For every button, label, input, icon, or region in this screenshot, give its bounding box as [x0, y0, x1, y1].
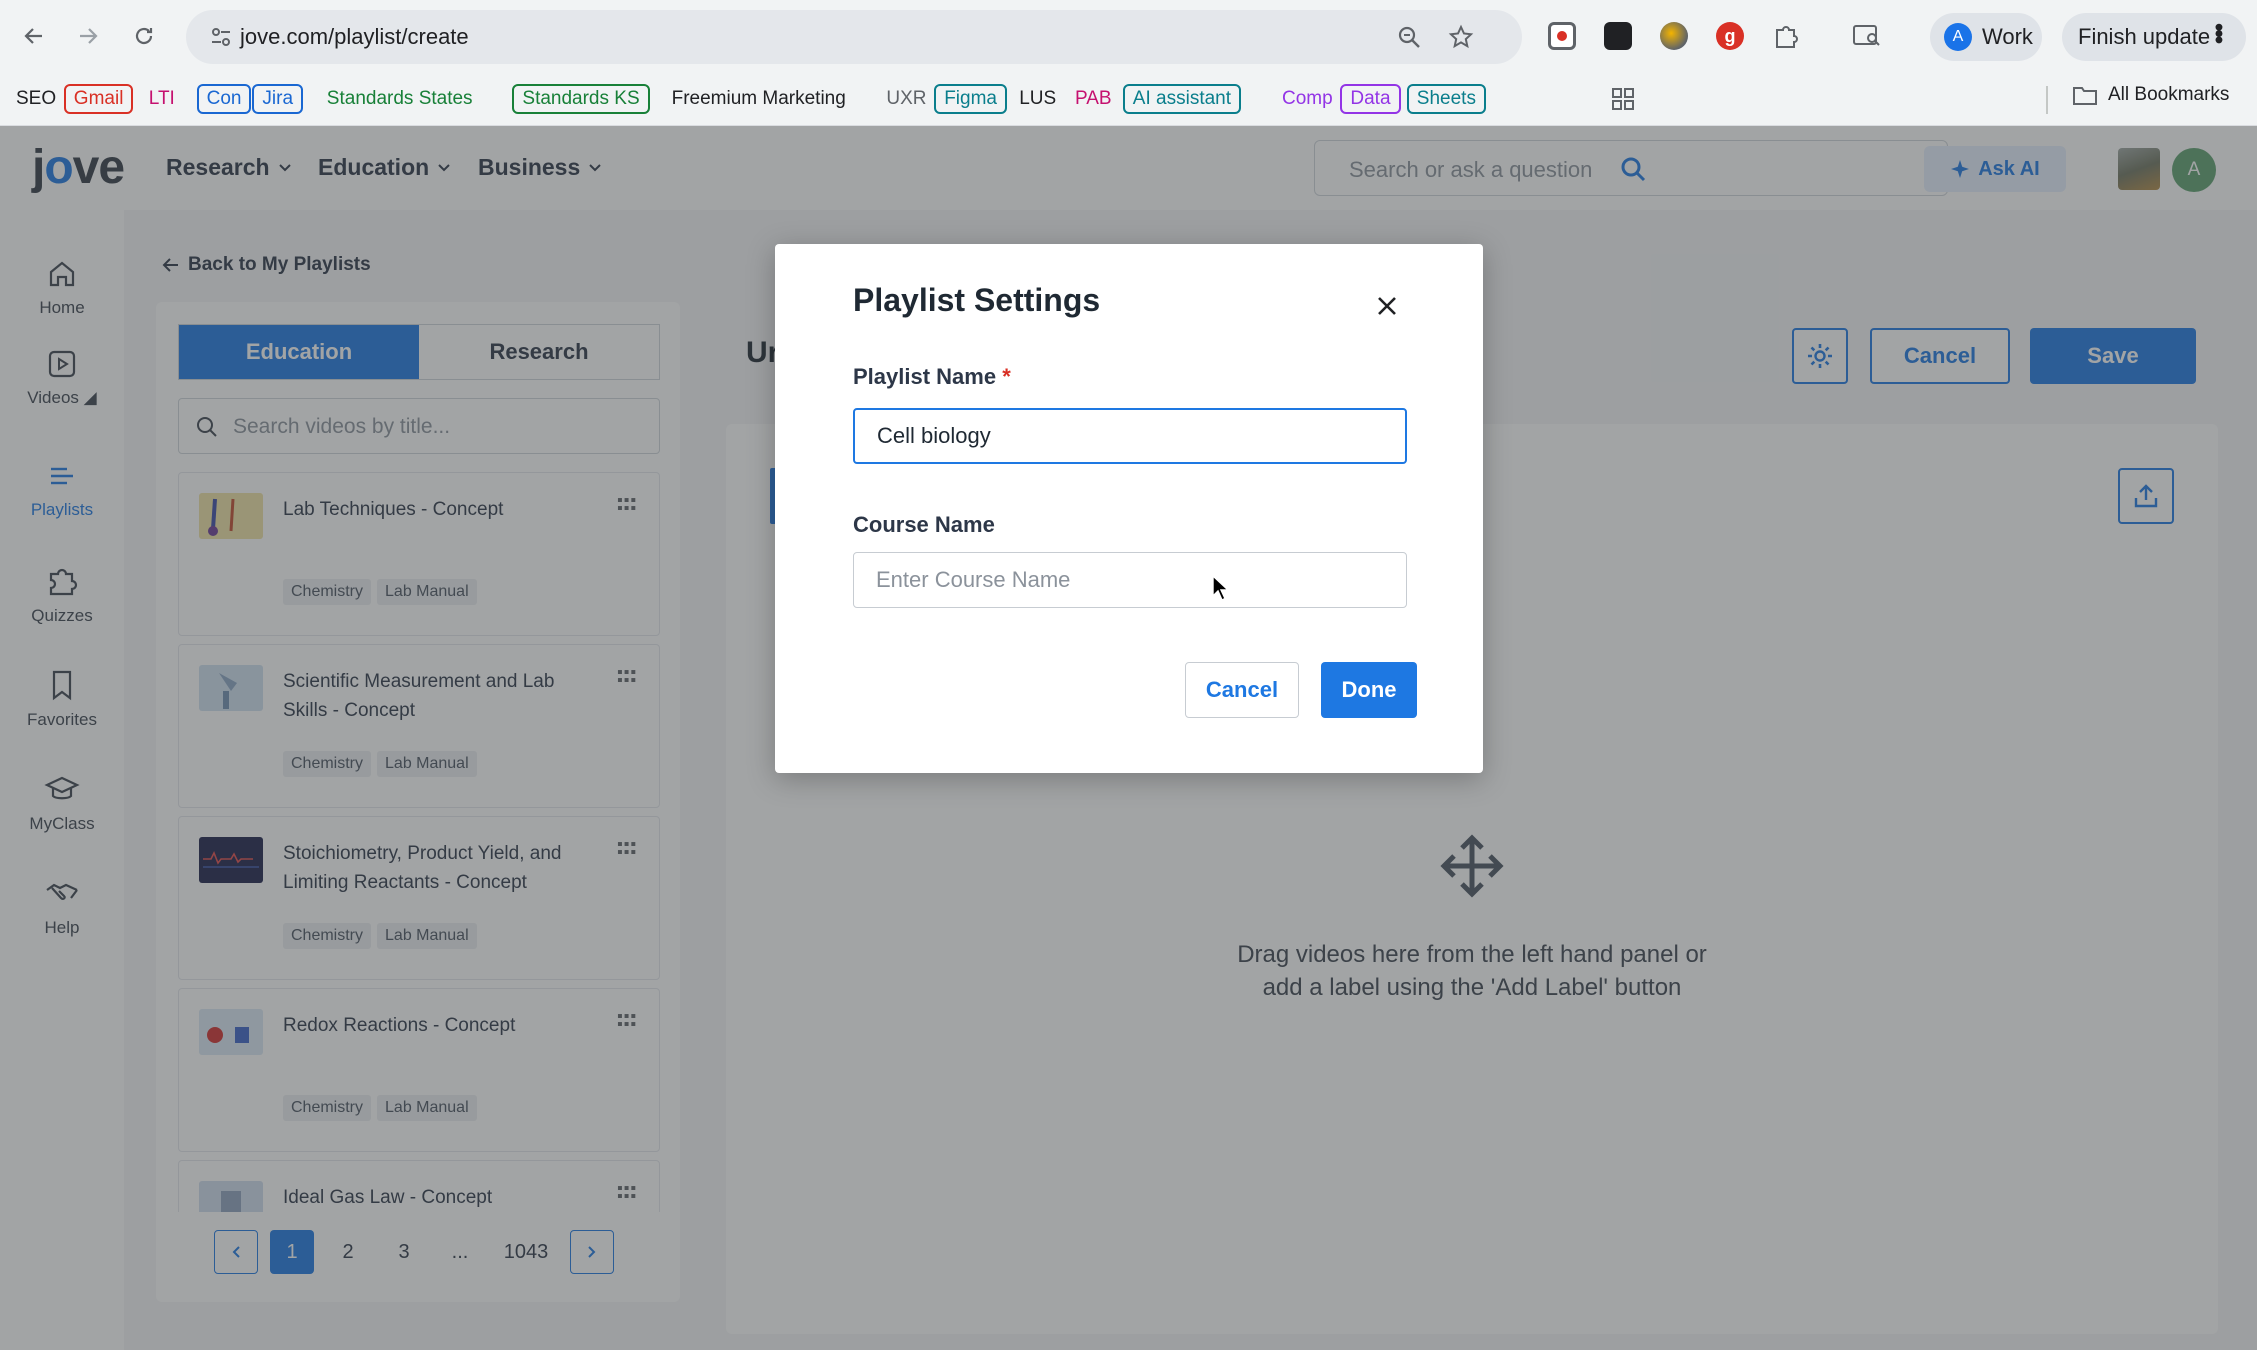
bookmark-freemium-marketing[interactable]: Freemium Marketing: [664, 84, 854, 114]
bookmark-standards-states[interactable]: Standards States: [319, 84, 481, 114]
all-bookmarks-button[interactable]: All Bookmarks: [2072, 84, 2229, 106]
bookmark-pab[interactable]: PAB: [1067, 84, 1120, 114]
course-name-label: Course Name: [853, 512, 995, 537]
mouse-cursor-icon: [1212, 575, 1230, 601]
profile-button[interactable]: A Work: [1930, 13, 2042, 61]
finish-update-button[interactable]: Finish update •••: [2062, 13, 2246, 61]
folder-icon: [2072, 84, 2098, 106]
bookmark-sheets[interactable]: Sheets: [1406, 84, 1486, 114]
playlist-name-label: Playlist Name *: [853, 364, 1011, 390]
dialog-done-button[interactable]: Done: [1321, 662, 1417, 718]
apps-grid-icon[interactable]: [1610, 86, 1636, 112]
bookmarks-bar: SEO Gmail LTI Con Jira Standards States Standa…: [0, 74, 2257, 126]
close-button[interactable]: [1367, 286, 1407, 326]
forward-arrow-icon[interactable]: [70, 18, 106, 54]
bookmark-con[interactable]: Con: [196, 84, 252, 114]
course-name-input[interactable]: [853, 552, 1407, 608]
incognito-extension-icon[interactable]: [1604, 22, 1632, 50]
bookmark-star-icon[interactable]: [1448, 24, 1474, 50]
bookmark-gmail[interactable]: Gmail: [63, 84, 134, 114]
dialog-cancel-button[interactable]: Cancel: [1185, 662, 1299, 718]
bookmark-comp[interactable]: Comp: [1274, 84, 1341, 114]
finish-update-label: Finish update: [2078, 24, 2211, 49]
required-asterisk: *: [1002, 364, 1011, 389]
bookmark-jira[interactable]: Jira: [252, 84, 304, 114]
profile-label: Work: [1982, 24, 2033, 49]
bookmark-standards-ks[interactable]: Standards KS: [512, 84, 650, 114]
bookmark-lti[interactable]: LTI: [141, 84, 183, 114]
close-icon: [1376, 295, 1398, 317]
playlist-settings-dialog: Playlist Settings Playlist Name * Course…: [775, 244, 1483, 773]
bookmark-figma[interactable]: Figma: [934, 84, 1007, 114]
browser-toolbar: jove.com/playlist/create g A Work Finish…: [0, 0, 2257, 74]
dialog-title: Playlist Settings: [853, 282, 1101, 318]
bookmark-uxr[interactable]: UXR: [878, 84, 934, 114]
site-settings-icon[interactable]: [208, 24, 234, 50]
bookmark-data[interactable]: Data: [1340, 84, 1401, 114]
address-bar[interactable]: jove.com/playlist/create: [186, 10, 1522, 64]
puzzle-extensions-icon[interactable]: [1772, 22, 1800, 50]
screenshot-extension-icon[interactable]: [1548, 22, 1576, 50]
tab-search-icon[interactable]: [1852, 22, 1880, 50]
back-arrow-icon[interactable]: [16, 18, 52, 54]
all-bookmarks-label: All Bookmarks: [2108, 84, 2230, 105]
bookmark-seo[interactable]: SEO: [8, 84, 64, 114]
color-extension-icon[interactable]: [1660, 22, 1688, 50]
bookmark-lus[interactable]: LUS: [1011, 84, 1064, 114]
playlist-name-input[interactable]: [853, 408, 1407, 464]
kebab-menu-icon: •••: [2205, 23, 2232, 43]
zoom-icon[interactable]: [1396, 24, 1422, 50]
grammarly-extension-icon[interactable]: g: [1716, 22, 1744, 50]
profile-avatar: A: [1944, 23, 1972, 51]
reload-icon[interactable]: [126, 18, 162, 54]
playlist-name-label-text: Playlist Name: [853, 364, 997, 389]
url-text: jove.com/playlist/create: [240, 24, 469, 49]
bookmark-ai-assistant[interactable]: AI assistant: [1122, 84, 1242, 114]
bookmarks-divider: [2046, 86, 2048, 114]
